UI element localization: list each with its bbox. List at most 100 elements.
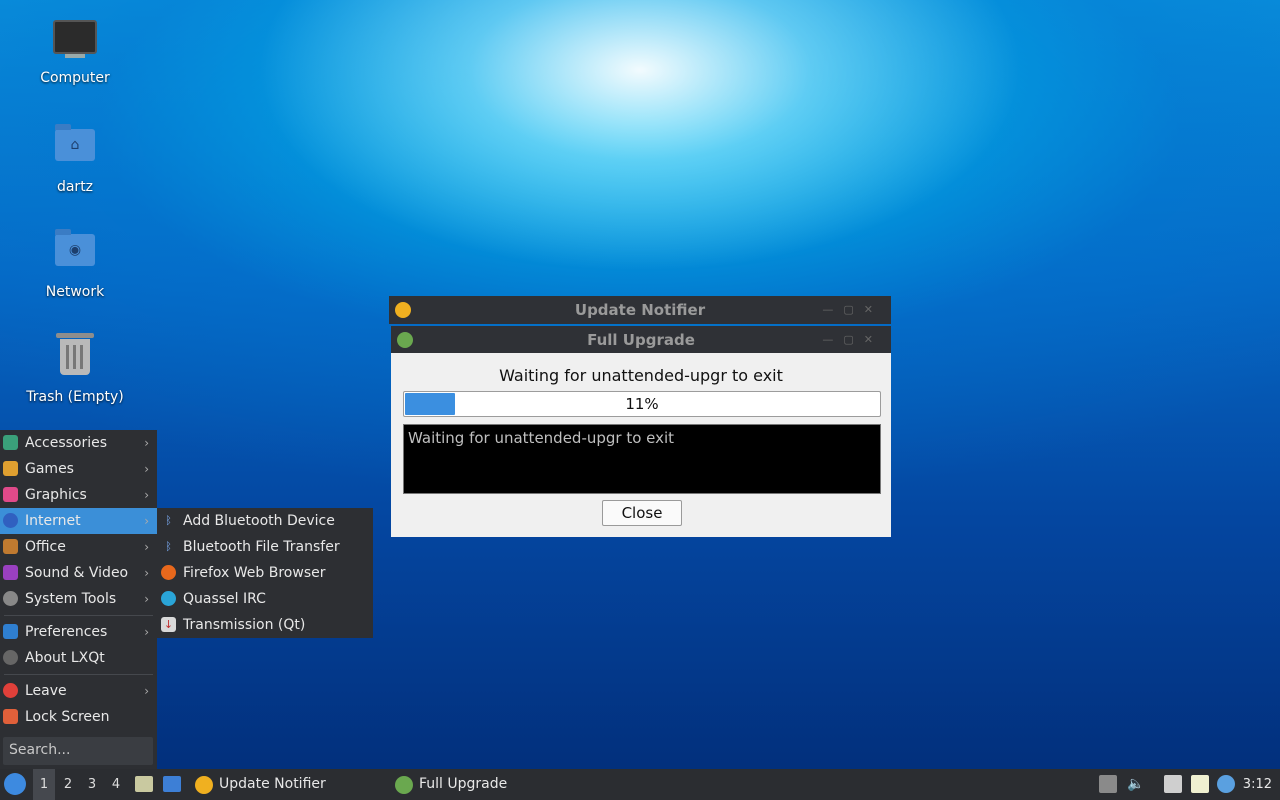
network-icon[interactable] [1164,775,1182,793]
task-full-upgrade[interactable]: Full Upgrade [395,769,575,800]
application-menu: Accessories › Games › Graphics › Interne… [0,430,157,769]
accessories-icon [3,435,18,450]
status-message: Waiting for unattended-upgr to exit [499,366,783,385]
submenu-item-label: Quassel IRC [183,591,266,607]
submenu-item-add-bluetooth[interactable]: ᛒ Add Bluetooth Device [157,508,373,534]
close-button[interactable]: Close [602,500,682,526]
graphics-icon [3,487,18,502]
start-menu-button[interactable] [4,773,26,795]
menu-item-label: Graphics [25,487,87,503]
workspace-4[interactable]: 4 [105,769,127,800]
menu-item-games[interactable]: Games › [0,456,157,482]
update-notifier-titlebar[interactable]: Update Notifier —▢✕ [389,296,891,324]
chevron-right-icon: › [144,514,149,528]
desktop-icon-label: dartz [56,179,94,195]
submenu-item-label: Transmission (Qt) [183,617,306,633]
menu-item-sound-video[interactable]: Sound & Video › [0,560,157,586]
menu-item-lock-screen[interactable]: Lock Screen [0,704,157,730]
menu-item-accessories[interactable]: Accessories › [0,430,157,456]
task-label: Update Notifier [219,776,326,792]
task-label: Full Upgrade [419,776,508,792]
taskbar: 1 2 3 4 Update Notifier Full Upgrade 🔈 3… [0,769,1280,800]
submenu-item-firefox[interactable]: Firefox Web Browser [157,560,373,586]
quassel-icon [161,591,176,606]
network-folder-icon: ◉ [53,229,97,278]
sound-video-icon [3,565,18,580]
submenu-item-quassel[interactable]: Quassel IRC [157,586,373,612]
menu-item-internet[interactable]: Internet › [0,508,157,534]
menu-separator [4,674,153,675]
home-folder-icon: ⌂ [53,124,97,173]
task-update-notifier[interactable]: Update Notifier [195,769,375,800]
trash-icon [53,333,97,383]
chevron-right-icon: › [144,625,149,639]
submenu-item-label: Add Bluetooth Device [183,513,335,529]
computer-icon [53,20,97,64]
show-desktop-icon[interactable] [163,776,181,792]
submenu-item-transmission[interactable]: ↓ Transmission (Qt) [157,612,373,638]
submenu-item-label: Bluetooth File Transfer [183,539,340,555]
workspace-1[interactable]: 1 [33,769,55,800]
chevron-right-icon: › [144,488,149,502]
desktop-icon-network[interactable]: ◉ Network [20,228,130,300]
desktop-icon-trash[interactable]: Trash (Empty) [20,333,130,405]
menu-item-label: Preferences [25,624,108,640]
desktop-icon-label: Trash (Empty) [26,389,124,405]
desktop-icon-home[interactable]: ⌂ dartz [20,123,130,195]
menu-item-label: Lock Screen [25,709,110,725]
info-icon [3,650,18,665]
games-icon [3,461,18,476]
menu-item-system-tools[interactable]: System Tools › [0,586,157,612]
internet-submenu: ᛒ Add Bluetooth Device ᛒ Bluetooth File … [157,508,373,638]
menu-item-label: System Tools [25,591,117,607]
desktop-icon-computer[interactable]: Computer [20,18,130,86]
menu-item-label: Games [25,461,74,477]
system-tools-icon [3,591,18,606]
menu-item-label: About LXQt [25,650,105,666]
menu-search-input[interactable]: Search... [3,737,153,765]
window-controls[interactable]: —▢✕ [822,296,883,324]
chevron-right-icon: › [144,540,149,554]
workspace-3[interactable]: 3 [81,769,103,800]
progress-label: 11% [625,395,659,413]
menu-item-label: Office [25,539,66,555]
menu-item-office[interactable]: Office › [0,534,157,560]
clock[interactable]: 3:12 [1243,769,1272,800]
menu-item-graphics[interactable]: Graphics › [0,482,157,508]
gear-icon [395,776,413,794]
submenu-item-label: Firefox Web Browser [183,565,326,581]
bluetooth-icon: ᛒ [165,514,172,527]
terminal-output: Waiting for unattended-upgr to exit [403,424,881,494]
menu-item-label: Leave [25,683,67,699]
menu-separator [4,615,153,616]
bluetooth-icon: ᛒ [165,540,172,553]
submenu-item-bluetooth-transfer[interactable]: ᛒ Bluetooth File Transfer [157,534,373,560]
search-placeholder: Search... [9,742,71,758]
window-title: Update Notifier [574,301,706,319]
clipboard-icon[interactable] [1191,775,1209,793]
lock-icon [3,709,18,724]
menu-item-preferences[interactable]: Preferences › [0,619,157,645]
volume-icon[interactable]: 🔈 [1127,775,1145,793]
preferences-icon [3,624,18,639]
window-controls[interactable]: —▢✕ [822,326,883,354]
eject-icon[interactable] [1099,775,1117,793]
menu-item-label: Accessories [25,435,108,451]
internet-icon [3,513,18,528]
power-icon [3,683,18,698]
file-manager-icon[interactable] [135,776,153,792]
menu-item-label: Sound & Video [25,565,129,581]
chevron-right-icon: › [144,436,149,450]
update-available-icon[interactable] [1217,775,1235,793]
office-icon [3,539,18,554]
chevron-right-icon: › [144,462,149,476]
menu-item-leave[interactable]: Leave › [0,678,157,704]
menu-item-about[interactable]: About LXQt [0,645,157,671]
workspace-2[interactable]: 2 [57,769,79,800]
menu-item-label: Internet [25,513,81,529]
update-notifier-icon [195,776,213,794]
full-upgrade-titlebar[interactable]: Full Upgrade —▢✕ [391,326,891,354]
chevron-right-icon: › [144,592,149,606]
window-title: Full Upgrade [587,331,695,349]
full-upgrade-dialog: Waiting for unattended-upgr to exit 11% … [391,353,891,537]
